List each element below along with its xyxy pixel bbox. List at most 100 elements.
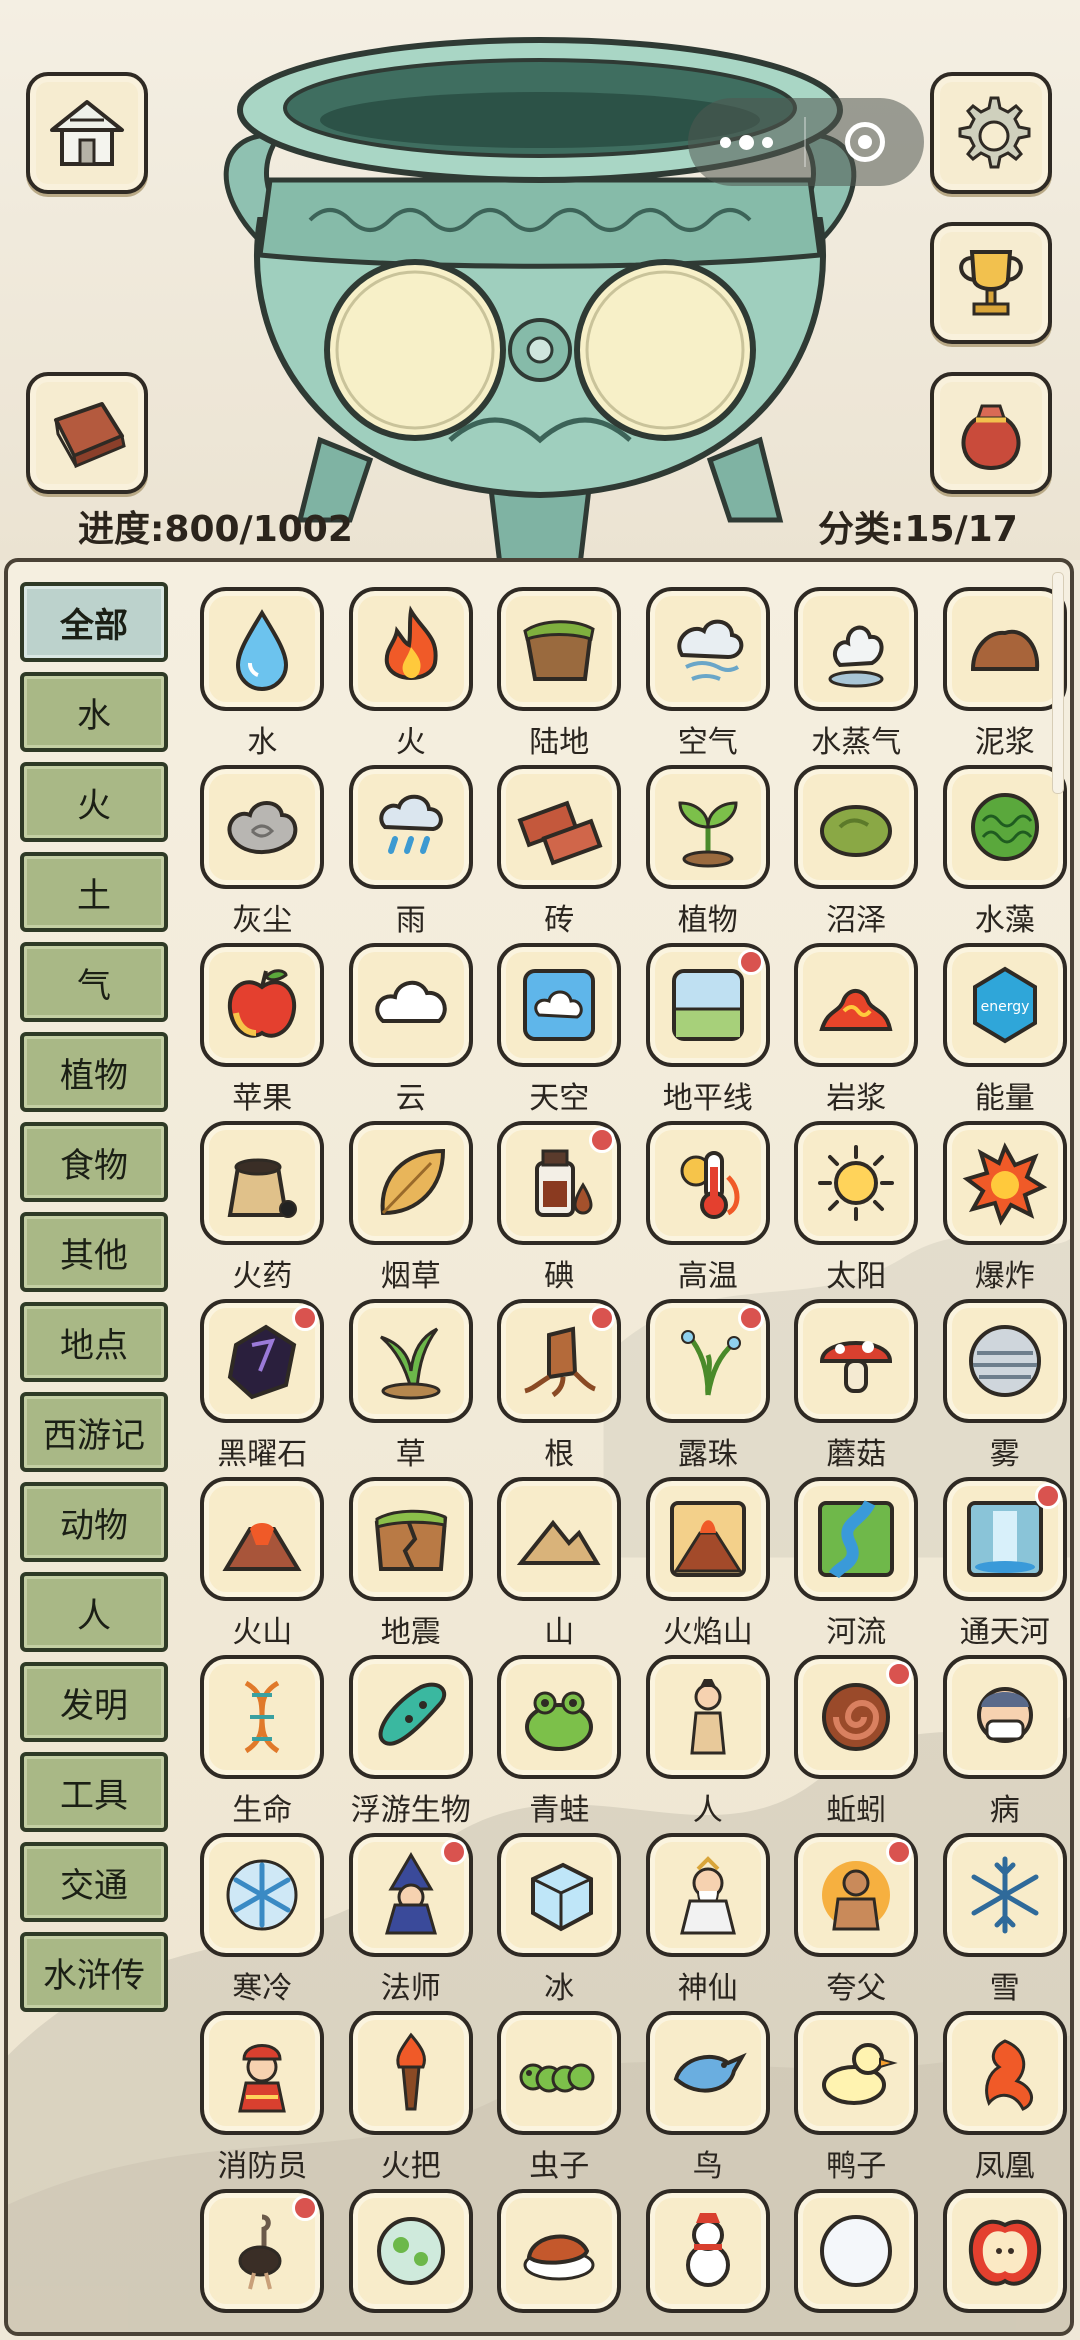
element-item[interactable]: 根 xyxy=(485,1299,634,1477)
element-tile[interactable] xyxy=(497,587,622,711)
element-tile[interactable] xyxy=(645,2189,770,2313)
element-tile[interactable] xyxy=(645,1833,770,1957)
element-item[interactable]: 法师 xyxy=(337,1833,486,2011)
element-tile[interactable] xyxy=(200,1655,325,1779)
element-tile[interactable] xyxy=(497,2189,622,2313)
element-tile[interactable] xyxy=(348,765,473,889)
element-tile[interactable] xyxy=(348,2011,473,2135)
element-item[interactable]: 鸟 xyxy=(634,2011,783,2189)
element-tile[interactable] xyxy=(942,2189,1067,2313)
element-item[interactable]: 天空 xyxy=(485,943,634,1121)
category-tab[interactable]: 其他 xyxy=(20,1212,168,1292)
element-tile[interactable] xyxy=(200,765,325,889)
category-tab[interactable]: 全部 xyxy=(20,582,168,662)
element-item[interactable]: 虫子 xyxy=(485,2011,634,2189)
element-tile[interactable] xyxy=(348,943,473,1067)
element-item[interactable]: 高温 xyxy=(634,1121,783,1299)
element-item[interactable]: 浮游生物 xyxy=(337,1655,486,1833)
element-tile[interactable] xyxy=(348,1477,473,1601)
element-item[interactable]: 烟草 xyxy=(337,1121,486,1299)
category-tab[interactable]: 动物 xyxy=(20,1482,168,1562)
element-tile[interactable] xyxy=(200,1833,325,1957)
element-tile[interactable] xyxy=(794,2189,919,2313)
element-item[interactable]: 草 xyxy=(337,1299,486,1477)
category-tab[interactable]: 地点 xyxy=(20,1302,168,1382)
element-tile[interactable] xyxy=(645,2011,770,2135)
element-tile[interactable] xyxy=(942,1299,1067,1423)
element-item[interactable]: 水蒸气 xyxy=(782,587,931,765)
element-item[interactable]: 火焰山 xyxy=(634,1477,783,1655)
element-item[interactable]: 苹果 xyxy=(188,943,337,1121)
element-tile[interactable] xyxy=(645,943,770,1067)
category-tab[interactable]: 食物 xyxy=(20,1122,168,1202)
category-tab[interactable]: 水浒传 xyxy=(20,1932,168,2012)
category-tab[interactable]: 西游记 xyxy=(20,1392,168,1472)
element-tile[interactable] xyxy=(200,587,325,711)
element-item[interactable]: 神仙 xyxy=(634,1833,783,2011)
category-tab[interactable]: 发明 xyxy=(20,1662,168,1742)
element-tile[interactable] xyxy=(645,587,770,711)
element-tile[interactable] xyxy=(942,587,1067,711)
element-item[interactable]: 病 xyxy=(931,1655,1071,1833)
element-tile[interactable] xyxy=(794,1833,919,1957)
element-item[interactable]: 爆炸 xyxy=(931,1121,1071,1299)
element-item[interactable] xyxy=(931,2189,1071,2332)
element-tile[interactable] xyxy=(348,1121,473,1245)
element-tile[interactable] xyxy=(200,2011,325,2135)
element-tile[interactable] xyxy=(794,587,919,711)
element-item[interactable]: 火山 xyxy=(188,1477,337,1655)
scrollbar[interactable] xyxy=(1052,572,1064,794)
bag-button[interactable] xyxy=(930,372,1052,494)
element-item[interactable]: 火把 xyxy=(337,2011,486,2189)
element-tile[interactable] xyxy=(942,2011,1067,2135)
element-tile[interactable] xyxy=(348,2189,473,2313)
element-item[interactable] xyxy=(337,2189,486,2332)
element-item[interactable]: 人 xyxy=(634,1655,783,1833)
element-tile[interactable] xyxy=(348,1299,473,1423)
element-item[interactable]: 空气 xyxy=(634,587,783,765)
element-item[interactable]: 凤凰 xyxy=(931,2011,1071,2189)
element-item[interactable]: 雨 xyxy=(337,765,486,943)
more-menu-button[interactable] xyxy=(688,134,804,150)
element-item[interactable]: energy 能量 xyxy=(931,943,1071,1121)
element-item[interactable]: 通天河 xyxy=(931,1477,1071,1655)
category-tab[interactable]: 植物 xyxy=(20,1032,168,1112)
element-tile[interactable] xyxy=(200,2189,325,2313)
element-item[interactable]: 蚯蚓 xyxy=(782,1655,931,1833)
element-item[interactable]: 黑曜石 xyxy=(188,1299,337,1477)
element-tile[interactable] xyxy=(645,1655,770,1779)
element-item[interactable]: 河流 xyxy=(782,1477,931,1655)
element-item[interactable]: 蘑菇 xyxy=(782,1299,931,1477)
element-item[interactable]: 雾 xyxy=(931,1299,1071,1477)
element-item[interactable]: 地震 xyxy=(337,1477,486,1655)
element-tile[interactable] xyxy=(794,1655,919,1779)
category-tab[interactable]: 水 xyxy=(20,672,168,752)
category-tab[interactable]: 人 xyxy=(20,1572,168,1652)
trophy-button[interactable] xyxy=(930,222,1052,344)
category-tab[interactable]: 土 xyxy=(20,852,168,932)
element-item[interactable]: 云 xyxy=(337,943,486,1121)
element-item[interactable]: 砖 xyxy=(485,765,634,943)
element-tile[interactable] xyxy=(497,1121,622,1245)
category-tab[interactable]: 气 xyxy=(20,942,168,1022)
element-tile[interactable] xyxy=(794,2011,919,2135)
element-item[interactable]: 岩浆 xyxy=(782,943,931,1121)
element-item[interactable] xyxy=(782,2189,931,2332)
element-item[interactable]: 植物 xyxy=(634,765,783,943)
element-tile[interactable] xyxy=(794,943,919,1067)
element-tile[interactable] xyxy=(497,1299,622,1423)
element-item[interactable]: 水 xyxy=(188,587,337,765)
element-tile[interactable] xyxy=(645,1121,770,1245)
element-item[interactable]: 消防员 xyxy=(188,2011,337,2189)
element-tile[interactable] xyxy=(794,765,919,889)
element-tile[interactable] xyxy=(497,765,622,889)
element-tile[interactable] xyxy=(348,1655,473,1779)
element-item[interactable]: 火药 xyxy=(188,1121,337,1299)
element-item[interactable]: 冰 xyxy=(485,1833,634,2011)
element-tile[interactable] xyxy=(497,1833,622,1957)
element-item[interactable]: 雪 xyxy=(931,1833,1071,2011)
category-tab[interactable]: 交通 xyxy=(20,1842,168,1922)
element-tile[interactable] xyxy=(348,1833,473,1957)
element-item[interactable]: 陆地 xyxy=(485,587,634,765)
element-tile[interactable] xyxy=(200,943,325,1067)
